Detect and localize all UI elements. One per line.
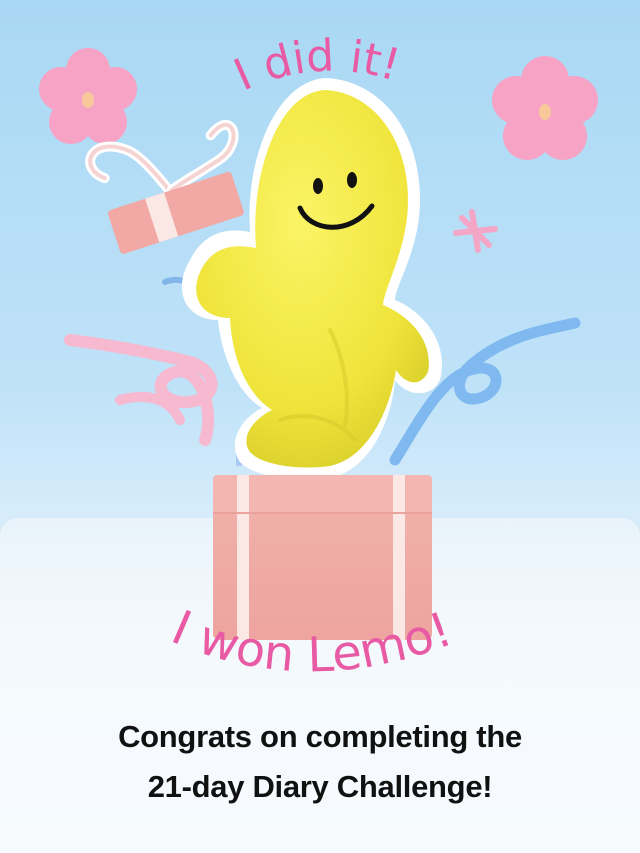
lemo-plush-mascot xyxy=(181,78,442,480)
flower-icon xyxy=(492,56,598,160)
star-sparkle-icon xyxy=(453,209,498,253)
congrats-caption: Congrats on completing the 21-day Diary … xyxy=(0,712,640,812)
flower-icon xyxy=(39,48,137,144)
caption-line-1: Congrats on completing the xyxy=(118,719,522,754)
celebration-scene: I did it! I won Lemo! Congrats on comple… xyxy=(0,0,640,853)
caption-line-2: 21-day Diary Challenge! xyxy=(147,769,493,804)
